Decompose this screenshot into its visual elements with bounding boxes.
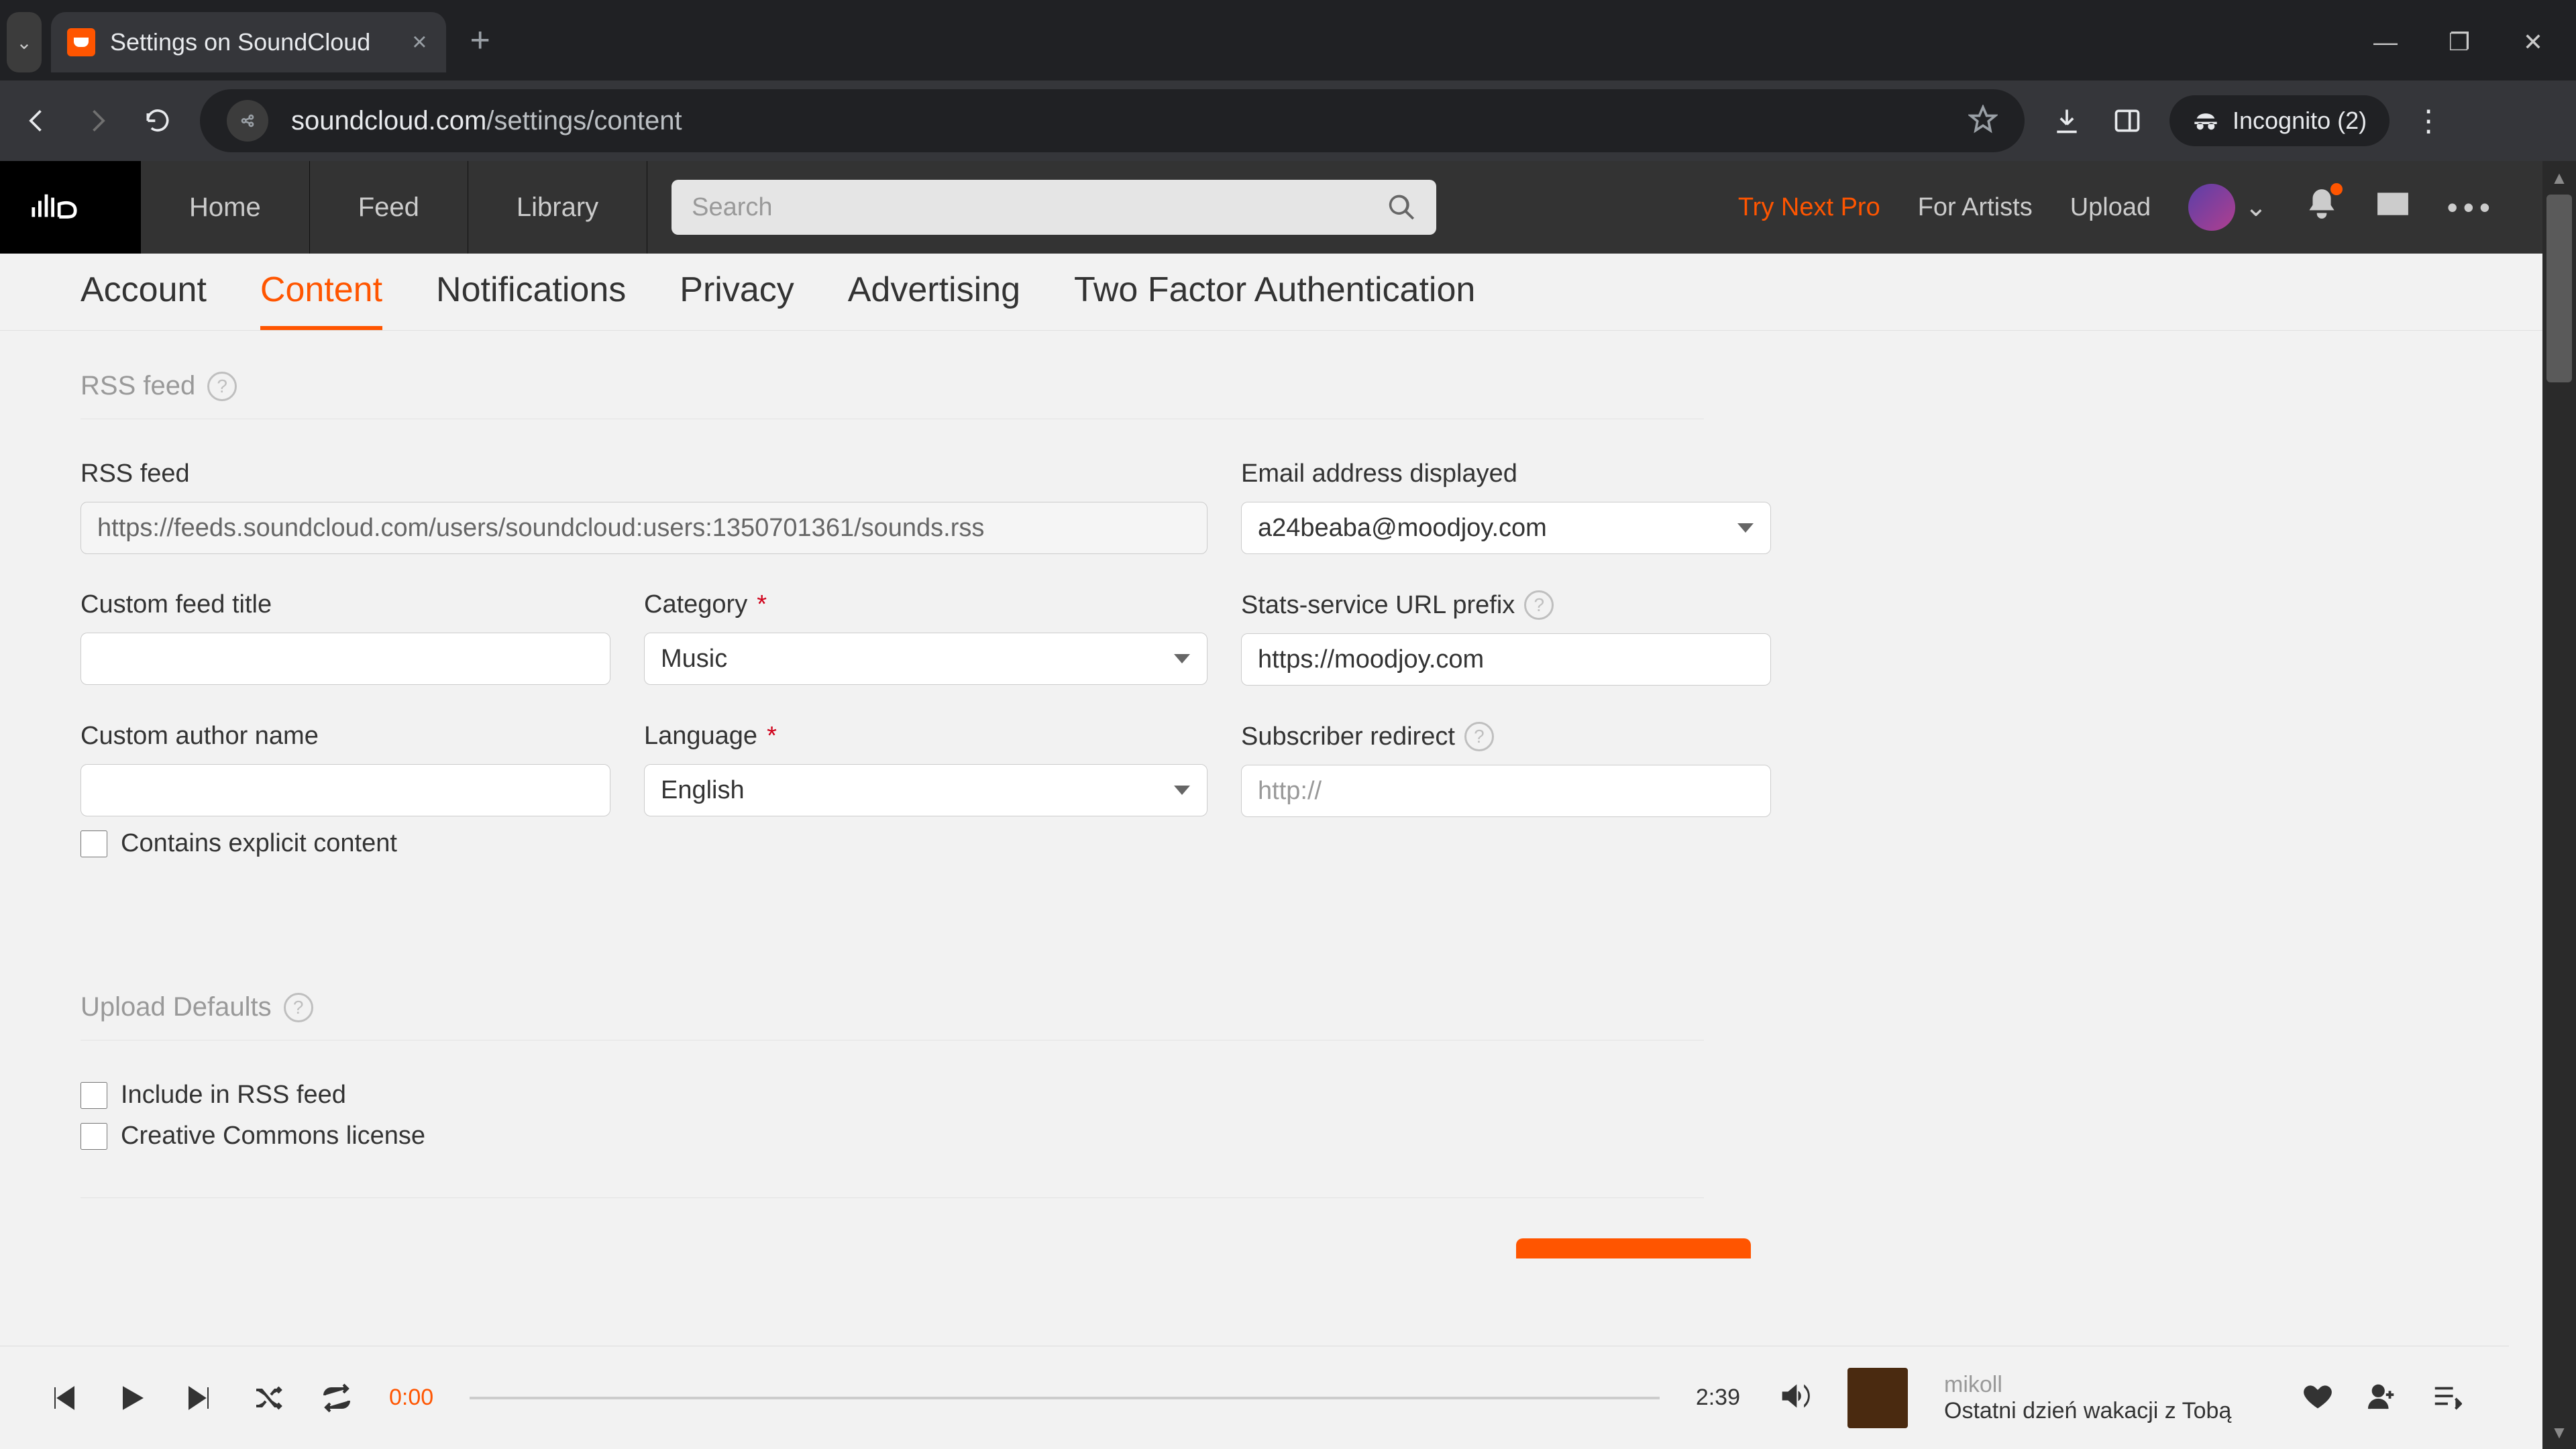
tab-search-button[interactable]: ⌄: [7, 12, 42, 72]
help-icon[interactable]: ?: [1464, 722, 1494, 751]
for-artists-link[interactable]: For Artists: [1918, 193, 2033, 222]
include-rss-checkbox[interactable]: Include in RSS feed: [80, 1081, 1704, 1110]
queue-button[interactable]: [2431, 1381, 2462, 1415]
scrollbar-track[interactable]: [2542, 195, 2576, 1415]
rss-feed-section-title: RSS feed ?: [80, 371, 1704, 419]
search-icon[interactable]: [1387, 193, 1416, 222]
try-next-pro-link[interactable]: Try Next Pro: [1738, 193, 1880, 222]
scrollbar-thumb[interactable]: [2546, 195, 2572, 382]
settings-tabs: Account Content Notifications Privacy Ad…: [0, 254, 2542, 331]
incognito-chip[interactable]: Incognito (2): [2169, 95, 2390, 146]
tab-title: Settings on SoundCloud: [110, 28, 370, 56]
stats-label: Stats-service URL prefix?: [1241, 590, 1771, 620]
help-icon[interactable]: ?: [207, 372, 237, 401]
category-select[interactable]: Music: [644, 633, 1208, 685]
nav-library[interactable]: Library: [468, 161, 647, 254]
reload-button[interactable]: [140, 106, 176, 136]
author-input[interactable]: [80, 764, 610, 816]
email-label: Email address displayed: [1241, 460, 1771, 488]
next-track-button[interactable]: [184, 1382, 216, 1414]
language-label: Language*: [644, 722, 1208, 751]
browser-tab-active[interactable]: Settings on SoundCloud ×: [51, 12, 446, 72]
notification-dot: [2330, 183, 2343, 195]
window-minimize-button[interactable]: ―: [2372, 28, 2399, 56]
tab-account[interactable]: Account: [80, 270, 207, 330]
stats-url-input[interactable]: [1241, 633, 1771, 686]
url-text: soundcloud.com/settings/content: [291, 106, 682, 136]
explicit-checkbox[interactable]: Contains explicit content: [80, 829, 1704, 858]
soundcloud-logo[interactable]: [0, 161, 141, 254]
cc-license-checkbox[interactable]: Creative Commons license: [80, 1122, 1704, 1150]
browser-toolbar: soundcloud.com/settings/content Incognit…: [0, 80, 2576, 161]
more-menu-button[interactable]: •••: [2447, 189, 2496, 225]
browser-titlebar: ⌄ Settings on SoundCloud × + ― ❐ ✕: [0, 0, 2576, 80]
redirect-input[interactable]: [1241, 765, 1771, 817]
tab-privacy[interactable]: Privacy: [680, 270, 794, 330]
bookmark-button[interactable]: [1968, 105, 1998, 138]
track-artist[interactable]: mikoll: [1944, 1372, 2266, 1398]
vertical-scrollbar[interactable]: ▲ ▼: [2542, 161, 2576, 1449]
window-close-button[interactable]: ✕: [2520, 28, 2546, 56]
account-menu[interactable]: ⌄: [2188, 184, 2267, 231]
rss-feed-label: RSS feed: [80, 460, 1208, 488]
nav-home[interactable]: Home: [141, 161, 310, 254]
close-tab-button[interactable]: ×: [412, 30, 427, 55]
tab-advertising[interactable]: Advertising: [848, 270, 1020, 330]
avatar: [2188, 184, 2235, 231]
forward-button[interactable]: [79, 106, 115, 136]
explicit-checkbox-input[interactable]: [80, 830, 107, 857]
shuffle-button[interactable]: [252, 1382, 284, 1414]
duration-time: 2:39: [1696, 1385, 1740, 1411]
language-select[interactable]: English: [644, 764, 1208, 816]
save-button[interactable]: [1516, 1238, 1751, 1258]
window-maximize-button[interactable]: ❐: [2446, 28, 2473, 56]
downloads-button[interactable]: [2049, 106, 2085, 136]
notifications-button[interactable]: [2305, 187, 2339, 227]
email-select[interactable]: a24beaba@moodjoy.com: [1241, 502, 1771, 554]
track-title[interactable]: Ostatni dzień wakacji z Tobą: [1944, 1398, 2266, 1424]
redirect-label: Subscriber redirect?: [1241, 722, 1771, 751]
back-button[interactable]: [19, 106, 55, 136]
like-button[interactable]: [2302, 1381, 2333, 1415]
include-rss-checkbox-input[interactable]: [80, 1082, 107, 1109]
new-tab-button[interactable]: +: [470, 23, 490, 58]
nav-feed[interactable]: Feed: [310, 161, 468, 254]
category-label: Category*: [644, 590, 1208, 619]
site-info-button[interactable]: [227, 100, 268, 142]
site-search[interactable]: [672, 180, 1436, 235]
tab-two-factor[interactable]: Two Factor Authentication: [1074, 270, 1475, 330]
address-bar[interactable]: soundcloud.com/settings/content: [200, 89, 2025, 152]
help-icon[interactable]: ?: [1524, 590, 1554, 620]
progress-bar[interactable]: [470, 1397, 1660, 1399]
track-artwork[interactable]: [1847, 1368, 1908, 1428]
scroll-up-button[interactable]: ▲: [2542, 161, 2576, 195]
author-label: Custom author name: [80, 722, 610, 751]
repeat-button[interactable]: [321, 1382, 353, 1414]
tab-content[interactable]: Content: [260, 270, 382, 330]
upload-defaults-section-title: Upload Defaults ?: [80, 992, 1704, 1040]
sidepanel-button[interactable]: [2109, 106, 2145, 136]
upload-link[interactable]: Upload: [2070, 193, 2151, 222]
soundcloud-favicon: [67, 28, 95, 56]
chevron-down-icon: ⌄: [2245, 192, 2267, 223]
elapsed-time: 0:00: [389, 1385, 433, 1411]
rss-feed-input[interactable]: [80, 502, 1208, 554]
help-icon[interactable]: ?: [284, 993, 313, 1022]
tab-notifications[interactable]: Notifications: [436, 270, 626, 330]
play-button[interactable]: [115, 1382, 148, 1414]
page-content: Home Feed Library Try Next Pro For Artis…: [0, 161, 2542, 1449]
custom-title-input[interactable]: [80, 633, 610, 685]
player-bar: 0:00 2:39 mikoll Ostatni dzień wakacji z…: [0, 1346, 2509, 1449]
cc-license-checkbox-input[interactable]: [80, 1123, 107, 1150]
follow-button[interactable]: [2367, 1381, 2398, 1415]
browser-menu-button[interactable]: ⋮: [2414, 104, 2443, 138]
search-input[interactable]: [692, 193, 1387, 222]
scroll-down-button[interactable]: ▼: [2542, 1415, 2576, 1449]
volume-button[interactable]: [1776, 1379, 1811, 1417]
messages-button[interactable]: [2376, 187, 2410, 227]
prev-track-button[interactable]: [47, 1382, 79, 1414]
site-header: Home Feed Library Try Next Pro For Artis…: [0, 161, 2542, 254]
custom-title-label: Custom feed title: [80, 590, 610, 619]
